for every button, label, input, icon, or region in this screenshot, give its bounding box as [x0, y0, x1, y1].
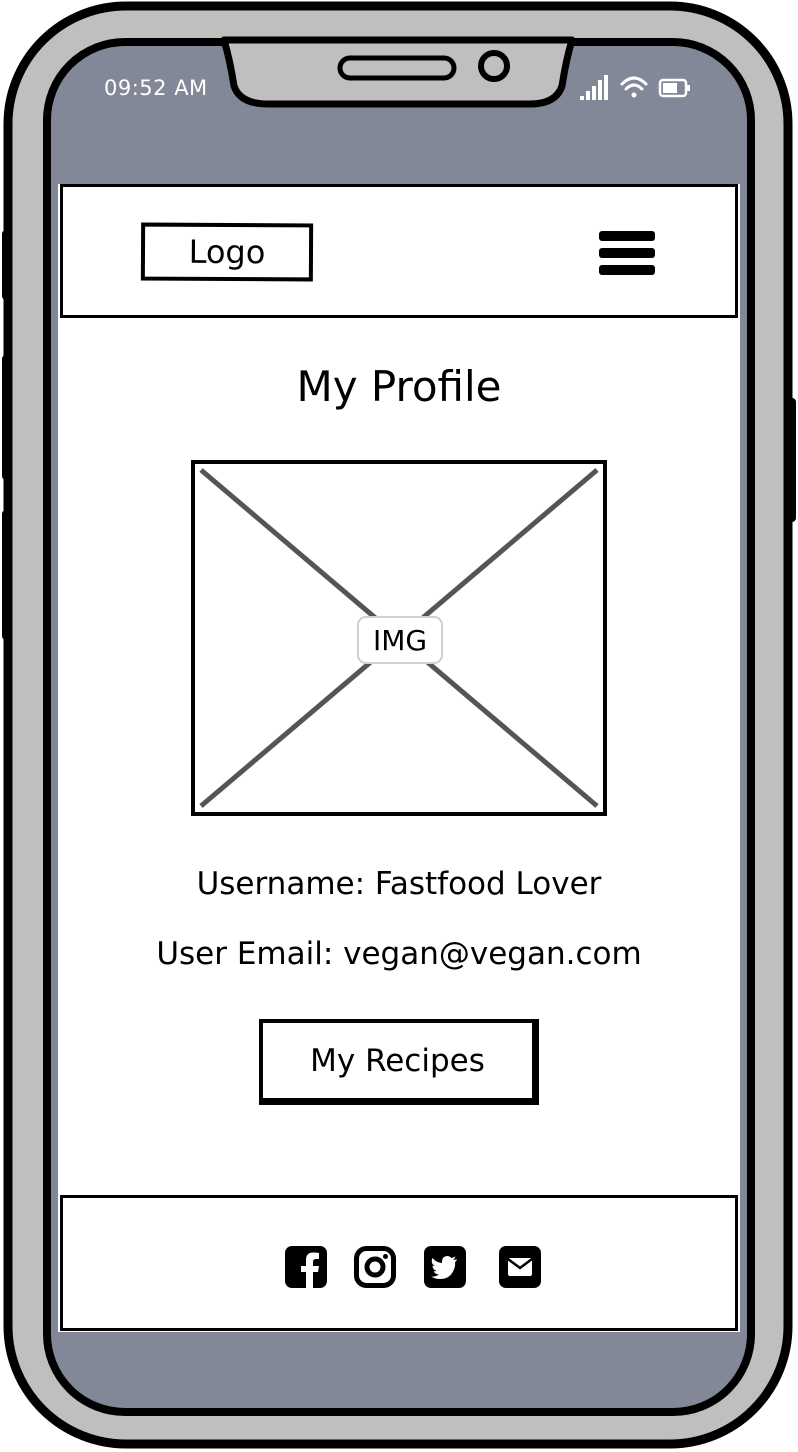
hamburger-menu-icon[interactable] — [599, 231, 657, 281]
hamburger-line — [599, 265, 655, 275]
battery-icon — [658, 78, 690, 98]
username-text: Username: Fastfood Lover — [196, 866, 602, 902]
my-recipes-button[interactable]: My Recipes — [259, 1019, 539, 1105]
status-time: 09:52 AM — [104, 76, 208, 100]
email-icon[interactable] — [499, 1246, 541, 1288]
hamburger-line — [599, 231, 655, 241]
wifi-icon — [620, 76, 648, 98]
footer — [60, 1195, 738, 1331]
status-icons — [580, 75, 690, 100]
hamburger-line — [599, 248, 655, 258]
email-text: User Email: vegan@vegan.com — [156, 936, 642, 972]
navbar: Logo — [60, 184, 738, 318]
signal-icon — [580, 75, 608, 100]
twitter-icon[interactable] — [424, 1246, 466, 1288]
logo[interactable]: Logo — [140, 222, 314, 282]
profile-image-placeholder: IMG — [191, 460, 607, 816]
image-label: IMG — [357, 616, 443, 664]
page-title: My Profile — [296, 362, 502, 411]
facebook-icon[interactable] — [285, 1246, 327, 1288]
instagram-icon[interactable] — [354, 1246, 396, 1288]
